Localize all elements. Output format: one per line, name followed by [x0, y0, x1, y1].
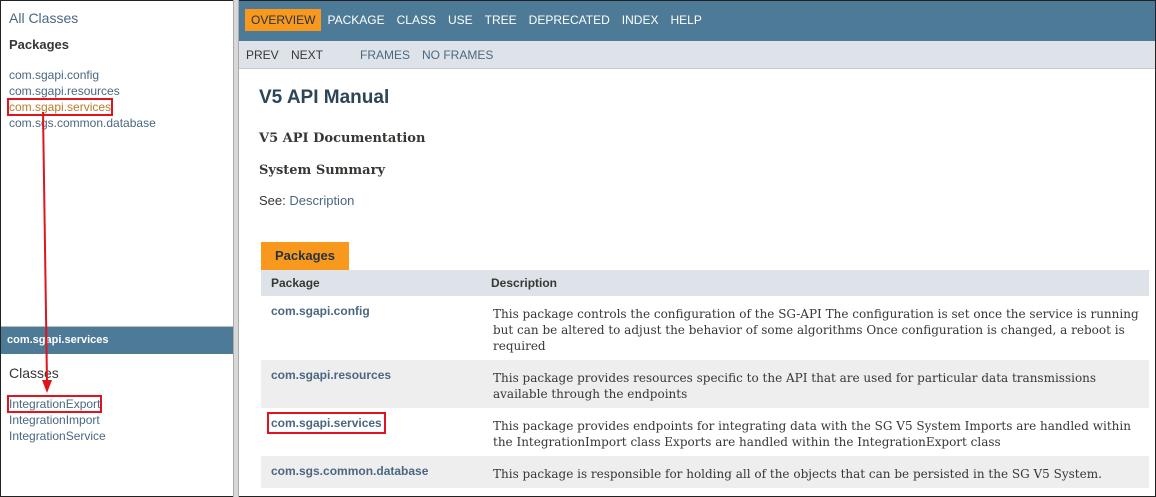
package-name-bar[interactable]: com.sgapi.services: [1, 327, 233, 354]
package-link-config[interactable]: com.sgapi.config: [9, 68, 99, 82]
package-cell: com.sgapi.config: [261, 296, 481, 360]
package-list-item[interactable]: com.sgapi.services: [6, 98, 156, 116]
see-label: See:: [259, 193, 286, 208]
table-package-link-config[interactable]: com.sgapi.config: [271, 304, 370, 318]
main-frame: OVERVIEW PACKAGE CLASS USE TREE DEPRECAT…: [239, 1, 1155, 495]
class-list-item[interactable]: IntegrationExport: [6, 395, 106, 413]
table-package-link-services[interactable]: com.sgapi.services: [267, 412, 386, 434]
class-link-integration-import[interactable]: IntegrationImport: [9, 413, 100, 427]
page-title: V5 API Manual: [259, 87, 390, 108]
packages-table: Package Description com.sgapi.config Thi…: [261, 270, 1149, 488]
classes-frame: com.sgapi.services Classes IntegrationEx…: [1, 326, 233, 495]
all-classes-link[interactable]: All Classes: [9, 10, 78, 26]
column-header-description: Description: [481, 270, 1149, 296]
top-nav-bar: OVERVIEW PACKAGE CLASS USE TREE DEPRECAT…: [239, 1, 1155, 41]
package-list-item[interactable]: com.sgs.common.database: [9, 115, 156, 131]
table-header-row: Package Description: [261, 270, 1149, 296]
nav-overview[interactable]: OVERVIEW: [245, 9, 322, 31]
top-nav-list: OVERVIEW PACKAGE CLASS USE TREE DEPRECAT…: [245, 9, 708, 31]
class-list: IntegrationExport IntegrationImport Inte…: [6, 395, 106, 444]
system-summary-heading: System Summary: [259, 163, 385, 178]
nav-package[interactable]: PACKAGE: [321, 9, 390, 31]
package-cell: com.sgs.common.database: [261, 456, 481, 488]
table-package-link-database[interactable]: com.sgs.common.database: [271, 464, 428, 478]
description-cell: This package controls the configuration …: [481, 296, 1149, 360]
class-link-integration-export[interactable]: IntegrationExport: [6, 395, 103, 413]
class-link-integration-service[interactable]: IntegrationService: [9, 429, 106, 443]
package-cell: com.sgapi.resources: [261, 360, 481, 408]
package-cell: com.sgapi.services: [261, 408, 481, 456]
classes-heading: Classes: [9, 365, 59, 381]
doc-title: V5 API Documentation: [259, 131, 426, 146]
packages-table-caption: Packages: [261, 242, 349, 270]
packages-heading: Packages: [9, 37, 69, 52]
nav-deprecated[interactable]: DEPRECATED: [523, 9, 616, 31]
package-list-item[interactable]: com.sgapi.config: [9, 67, 156, 83]
table-row: com.sgapi.services This package provides…: [261, 408, 1149, 456]
table-package-link-resources[interactable]: com.sgapi.resources: [271, 368, 391, 382]
see-line: See: Description: [259, 193, 354, 208]
package-list-item[interactable]: com.sgapi.resources: [9, 83, 156, 99]
package-link-database[interactable]: com.sgs.common.database: [9, 116, 156, 130]
description-cell: This package is responsible for holding …: [481, 456, 1149, 488]
nav-index[interactable]: INDEX: [616, 9, 665, 31]
nav-class[interactable]: CLASS: [391, 9, 442, 31]
nav-tree[interactable]: TREE: [479, 9, 523, 31]
sub-nav-bar: PREV NEXT FRAMES NO FRAMES: [239, 41, 1155, 69]
table-row: com.sgs.common.database This package is …: [261, 456, 1149, 488]
table-row: com.sgapi.resources This package provide…: [261, 360, 1149, 408]
no-frames-link[interactable]: NO FRAMES: [422, 48, 493, 62]
column-header-package: Package: [261, 270, 481, 296]
prev-link[interactable]: PREV: [246, 48, 279, 62]
next-link[interactable]: NEXT: [291, 48, 323, 62]
description-link[interactable]: Description: [289, 193, 354, 208]
class-list-item[interactable]: IntegrationService: [9, 428, 106, 444]
package-list: com.sgapi.config com.sgapi.resources com…: [6, 67, 156, 131]
nav-use[interactable]: USE: [442, 9, 479, 31]
class-list-item[interactable]: IntegrationImport: [9, 412, 106, 428]
description-cell: This package provides endpoints for inte…: [481, 408, 1149, 456]
package-link-resources[interactable]: com.sgapi.resources: [9, 84, 120, 98]
table-row: com.sgapi.config This package controls t…: [261, 296, 1149, 360]
frames-link[interactable]: FRAMES: [360, 48, 410, 62]
package-link-services[interactable]: com.sgapi.services: [6, 98, 114, 116]
packages-frame: All Classes Packages com.sgapi.config co…: [1, 1, 233, 323]
nav-help[interactable]: HELP: [664, 9, 707, 31]
description-cell: This package provides resources specific…: [481, 360, 1149, 408]
